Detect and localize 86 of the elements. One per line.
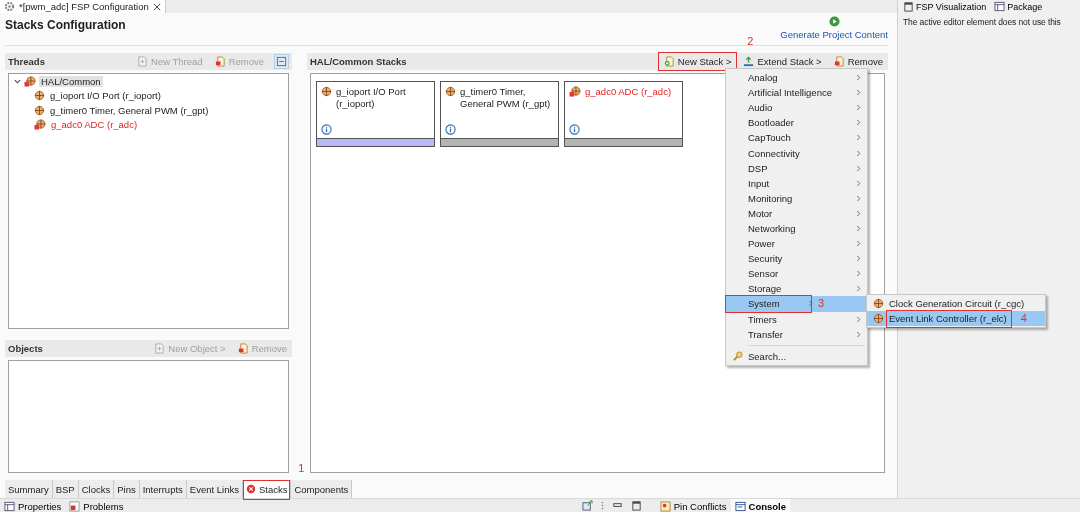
page-tab[interactable]: Summary [5,480,53,499]
menu-item[interactable]: Networking [726,220,867,237]
page-tab[interactable]: Pins [114,480,140,499]
menu-item[interactable]: CapTouch [726,130,867,146]
document-remove-icon [214,56,226,67]
page-tab[interactable]: Event Links [186,480,243,499]
toolbar-button[interactable]: Extend Stack > [741,56,824,67]
tree-item[interactable]: g_adc0 ADC (r_adc) [49,119,140,131]
panel-title: Threads [8,56,45,67]
menu-item[interactable]: Power [726,236,867,252]
stack-name: g_timer0 Timer, General PWM (r_gpt) [460,86,552,110]
editor-tab[interactable]: *[pwm_adc] FSP Configuration [0,0,166,13]
info-icon [321,124,332,135]
toolbar-button[interactable]: Remove [831,56,885,67]
document-remove-icon [833,56,845,67]
chevron-icon[interactable] [14,77,21,85]
error-icon [245,484,256,495]
tree-item[interactable]: g_timer0 Timer, General PWM (r_gpt) [48,104,211,116]
menu-item[interactable]: Bootloader [726,115,867,131]
annotation-number: 4 [1020,313,1027,325]
view-tab[interactable]: FSP Visualization [901,0,989,13]
console-icon [734,501,746,512]
info-icon [445,124,456,135]
view-tab[interactable]: Console [730,499,790,512]
view-tab[interactable]: Package [992,0,1045,13]
panel-title: HAL/Common Stacks [310,56,407,67]
tree-item[interactable]: g_ioport I/O Port (r_ioport) [48,90,163,102]
document-icon [154,343,166,354]
properties-icon [994,1,1006,12]
play-icon [828,16,840,27]
menu-item[interactable]: Storage [726,281,867,297]
pin-conflicts-icon [659,501,671,512]
annotation-number: 3 [817,298,824,310]
tab-title: *[pwm_adc] FSP Configuration [19,1,149,12]
collapse-button[interactable] [274,54,289,69]
stack-name: g_ioport I/O Port (r_ioport) [336,86,407,110]
page-title: Stacks Configuration [5,17,126,34]
annotation-number: 2 [747,36,754,47]
menu-item[interactable]: Clock Generation Circuit (r_cgc) [867,296,1045,312]
export-icon[interactable] [581,500,593,512]
menu-item[interactable]: Audio [726,100,867,116]
stack-card[interactable]: g_ioport I/O Port (r_ioport) [316,81,435,147]
menu-item[interactable]: Security [726,251,867,267]
menu-item[interactable]: Sensor [726,266,867,282]
menu-item[interactable]: DSP [726,160,867,176]
page-tab[interactable]: Clocks [78,480,115,499]
component-icon [872,313,884,325]
view-tab[interactable]: Pin Conflicts [655,499,731,512]
extend-icon [743,56,755,67]
document-icon [137,56,149,67]
stack-card[interactable]: g_adc0 ADC (r_adc) [564,81,683,147]
gear-icon [4,1,15,12]
menu-item[interactable]: Motor [726,205,867,221]
menu-item[interactable]: Event Link Controller (r_elc) 4 [867,311,1045,327]
annotation-frame [242,480,291,501]
page-tab[interactable]: Components [291,480,353,499]
menu-item[interactable]: Monitoring [726,190,867,206]
panel-title: Objects [8,343,43,354]
document-add-icon [663,56,675,67]
stack-name: g_adc0 ADC (r_adc) [585,86,672,98]
page-tab[interactable]: Interrupts [139,480,187,499]
generate-link[interactable]: Generate Project Content [780,29,888,40]
document-remove-icon [237,343,249,354]
menu-item[interactable]: Timers [726,311,867,327]
menu-item[interactable]: Artificial Intelligence [726,85,867,101]
annotation-number: 1 [298,463,305,475]
menu-item[interactable]: Analog [726,70,867,86]
search-icon [731,350,743,362]
close-icon [152,2,161,11]
menu-item[interactable]: System 3 [726,296,867,312]
properties-icon [4,501,15,512]
stack-card[interactable]: g_timer0 Timer, General PWM (r_gpt) [440,81,559,147]
info-message: The active editor element does not use this [902,16,1062,27]
maximize-icon [903,1,914,12]
menu-item[interactable]: Transfer [726,326,867,342]
tree-item[interactable]: HAL/Common [39,75,103,87]
component-icon [872,298,884,310]
view-tab[interactable]: Properties [0,499,66,512]
view-tab[interactable]: Problems [65,499,128,512]
maximize-icon[interactable] [630,500,642,512]
page-tab[interactable]: BSP [52,480,79,499]
menu-item[interactable]: Input [726,175,867,191]
menu-item[interactable]: Search... [726,348,867,364]
info-icon [569,124,580,135]
menu-item[interactable]: Connectivity [726,145,867,161]
problems-icon [69,501,81,512]
